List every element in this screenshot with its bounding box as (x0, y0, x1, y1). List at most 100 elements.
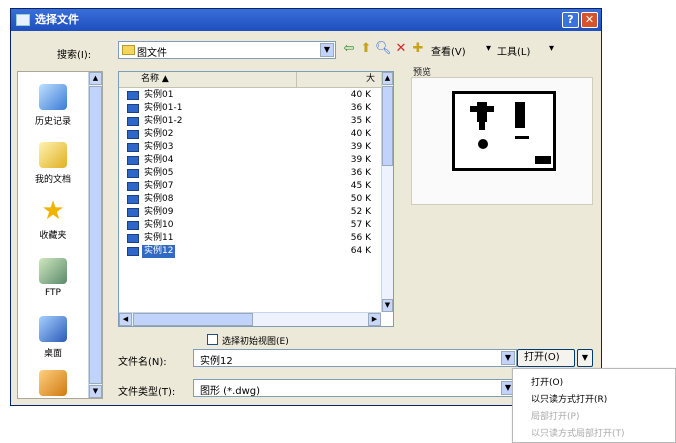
scroll-right-icon[interactable]: ▶ (368, 313, 381, 326)
look-in-combo[interactable]: 图文件 ▼ (118, 41, 336, 59)
place-label: FTP (45, 288, 61, 298)
filename-combo[interactable]: 实例12 ▼ (193, 349, 517, 367)
delete-icon[interactable]: ✕ (393, 41, 409, 57)
tools-dropdown-icon[interactable]: ▾ (549, 43, 554, 54)
file-list[interactable]: 名称 ▲ 大 实例01 40 K 实例01-1 36 K 实例01-2 35 K 实例02 4… (118, 71, 394, 327)
views-menu[interactable]: 查看(V) (431, 43, 466, 58)
place-history[interactable]: 历史记录 (18, 84, 88, 127)
places-bar: 历史记录 我的文档 ★ 收藏夹 FTP 桌面 ▲ ▼ (17, 71, 103, 399)
place-desktop[interactable]: 桌面 (18, 316, 88, 359)
close-button[interactable]: ✕ (581, 12, 598, 28)
places-scroll-thumb[interactable] (89, 86, 102, 384)
file-name: 实例03 (144, 142, 174, 152)
new-folder-icon[interactable]: ✚ (410, 41, 426, 57)
column-header-name[interactable]: 名称 ▲ (119, 72, 297, 87)
back-icon[interactable]: ⇦ (341, 41, 357, 57)
title-bar[interactable]: 选择文件 ? ✕ (11, 9, 601, 31)
file-row[interactable]: 实例01 40 K (119, 89, 381, 102)
file-size: 45 K (350, 181, 371, 191)
scroll-down-icon[interactable]: ▼ (89, 385, 102, 398)
my-documents-icon (39, 142, 67, 168)
file-name: 实例05 (144, 168, 174, 178)
open-dropdown-button[interactable]: ▼ (577, 349, 593, 367)
select-file-dialog: 选择文件 ? ✕ 搜索(I): 图文件 ▼ ⇦ ⬆ 🔍︎ ✕ ✚ 查看(V) ▾… (10, 8, 602, 406)
place-label: 我的文档 (34, 175, 71, 185)
file-size: 40 K (350, 129, 371, 139)
look-in-dropdown-arrow[interactable]: ▼ (320, 43, 334, 57)
file-name: 实例10 (144, 220, 174, 230)
file-row[interactable]: 实例07 45 K (119, 180, 381, 193)
up-folder-icon[interactable]: ⬆ (358, 41, 374, 57)
scroll-down-icon[interactable]: ▼ (382, 299, 393, 312)
menu-item-partial-open[interactable]: 局部打开(P) (531, 409, 579, 422)
column-header-size[interactable]: 大 (297, 72, 381, 87)
dwg-file-icon (127, 247, 139, 256)
dwg-file-icon (127, 169, 139, 178)
dwg-file-icon (127, 182, 139, 191)
file-list-hscroll[interactable]: ◀ ▶ (119, 312, 381, 326)
file-row[interactable]: 实例11 56 K (119, 232, 381, 245)
dwg-file-icon (127, 104, 139, 113)
scroll-left-icon[interactable]: ◀ (119, 313, 132, 326)
dwg-file-icon (127, 195, 139, 204)
dwg-file-icon (127, 143, 139, 152)
ftp-icon (39, 258, 67, 284)
file-list-scroll-thumb[interactable] (382, 86, 393, 166)
folder-icon (122, 45, 135, 55)
file-list-hscroll-thumb[interactable] (133, 313, 253, 326)
open-button[interactable]: 打开(O) (517, 349, 575, 367)
file-name: 实例09 (144, 207, 174, 217)
dwg-file-icon (127, 156, 139, 165)
drawing-preview-image (470, 102, 551, 164)
place-ftp[interactable]: FTP (18, 258, 88, 298)
look-in-label: 搜索(I): (57, 50, 92, 61)
filename-value: 实例12 (200, 356, 233, 367)
file-size: 40 K (350, 90, 371, 100)
file-size: 39 K (350, 142, 371, 152)
file-name: 实例11 (144, 233, 174, 243)
file-row[interactable]: 实例01-1 36 K (119, 102, 381, 115)
file-row[interactable]: 实例08 50 K (119, 193, 381, 206)
place-favorites[interactable]: ★ 收藏夹 (18, 198, 88, 241)
file-row[interactable]: 实例09 52 K (119, 206, 381, 219)
file-row[interactable]: 实例10 57 K (119, 219, 381, 232)
dwg-file-icon (127, 91, 139, 100)
help-button[interactable]: ? (562, 12, 579, 28)
file-row[interactable]: 实例01-2 35 K (119, 115, 381, 128)
favorites-icon: ★ (41, 196, 65, 226)
file-row[interactable]: 实例05 36 K (119, 167, 381, 180)
scroll-up-icon[interactable]: ▲ (89, 72, 102, 85)
file-row[interactable]: 实例02 40 K (119, 128, 381, 141)
menu-item-open[interactable]: 打开(O) (531, 375, 563, 388)
column-name-label: 名称 (141, 74, 160, 84)
filename-label: 文件名(N): (118, 357, 167, 368)
menu-item-partial-open-readonly[interactable]: 以只读方式局部打开(T) (531, 426, 625, 439)
initial-view-checkbox[interactable] (207, 334, 218, 345)
file-row[interactable]: 实例03 39 K (119, 141, 381, 154)
scroll-up-icon[interactable]: ▲ (382, 72, 393, 85)
tools-menu[interactable]: 工具(L) (497, 43, 530, 58)
file-size: 57 K (350, 220, 371, 230)
dialog-title: 选择文件 (35, 13, 79, 26)
place-label: 收藏夹 (39, 231, 67, 241)
filename-dropdown-arrow[interactable]: ▼ (501, 351, 515, 365)
dwg-file-icon (127, 221, 139, 230)
menu-item-open-readonly[interactable]: 以只读方式打开(R) (531, 392, 607, 405)
history-icon (39, 84, 67, 110)
preview-pane (411, 77, 593, 205)
file-row[interactable]: 实例04 39 K (119, 154, 381, 167)
search-web-icon[interactable]: 🔍︎ (375, 41, 392, 57)
file-size: 64 K (350, 246, 371, 256)
file-row[interactable]: 实例12 64 K (119, 245, 381, 258)
file-size: 52 K (350, 207, 371, 217)
views-dropdown-icon[interactable]: ▾ (486, 43, 491, 54)
file-list-vscroll[interactable]: ▲ ▼ (381, 72, 393, 312)
place-label: 桌面 (43, 349, 62, 359)
place-my-documents[interactable]: 我的文档 (18, 142, 88, 185)
place-buzzsaw[interactable] (18, 370, 88, 396)
file-name: 实例01-2 (144, 116, 183, 126)
filetype-combo[interactable]: 图形 (*.dwg) ▼ (193, 379, 517, 397)
places-scrollbar[interactable]: ▲ ▼ (88, 72, 102, 398)
filetype-label: 文件类型(T): (118, 387, 176, 398)
file-list-header: 名称 ▲ 大 (119, 72, 381, 88)
